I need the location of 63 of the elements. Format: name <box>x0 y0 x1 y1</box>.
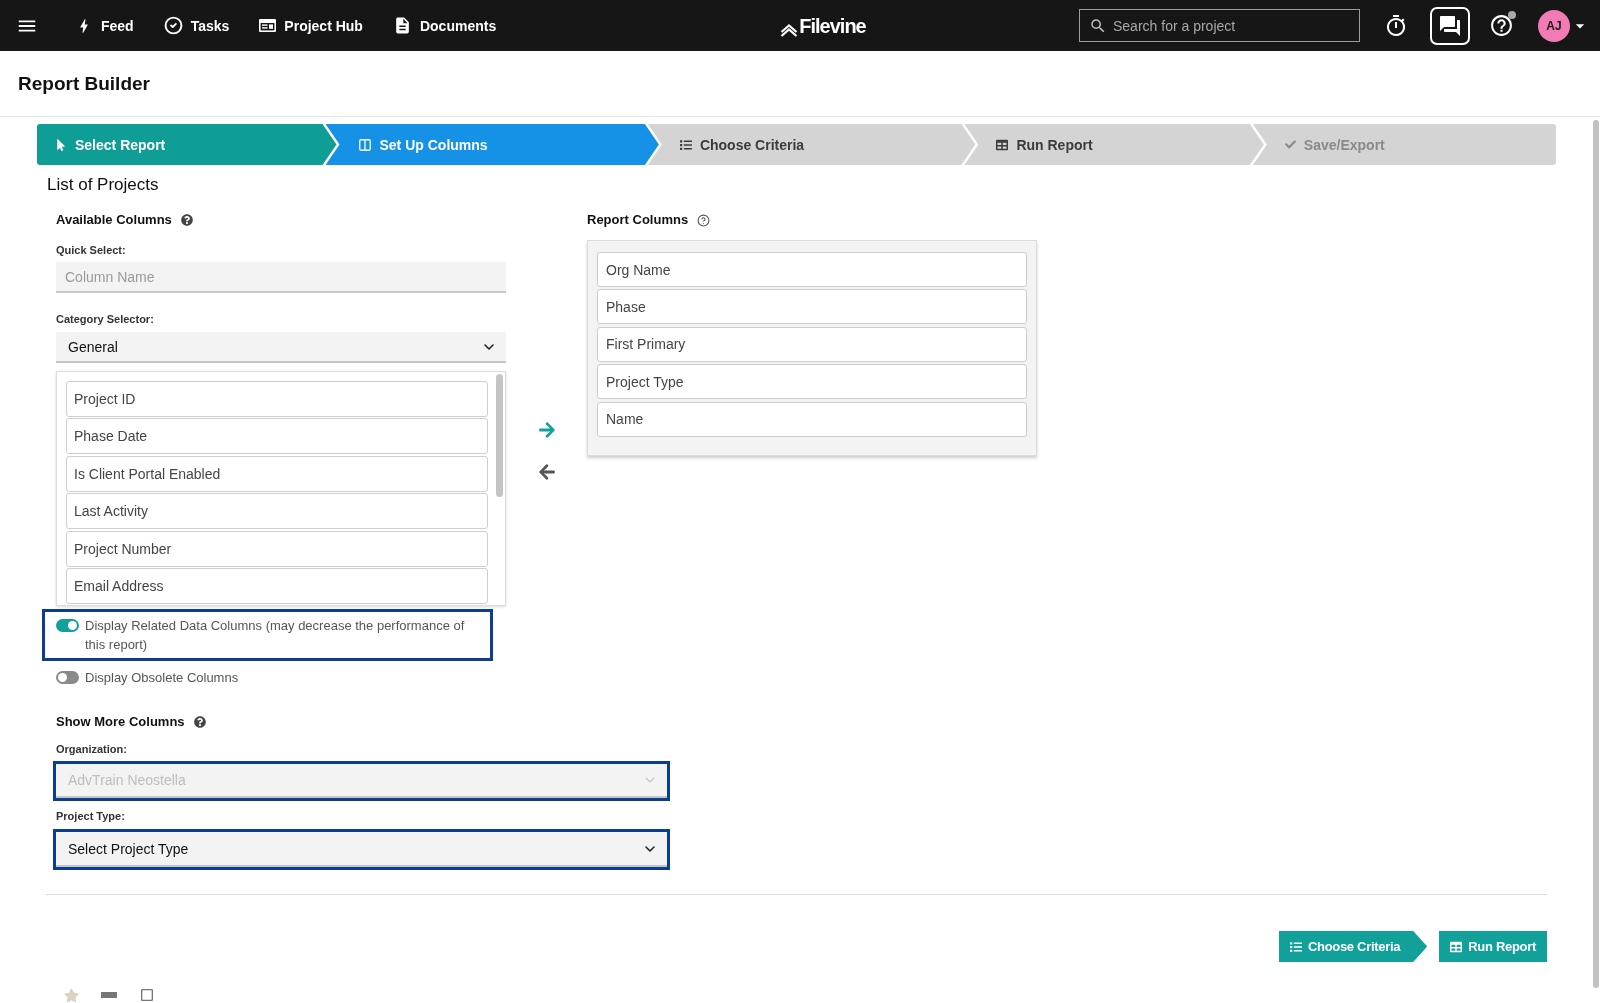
bar-icon <box>101 992 117 998</box>
check-icon <box>1284 139 1296 150</box>
wizard-step[interactable]: Run Report <box>964 124 1264 165</box>
checkbox-icon[interactable] <box>139 987 155 1003</box>
nav-link[interactable]: Feed <box>75 16 134 35</box>
category-select[interactable]: General <box>56 332 506 363</box>
arrow-left-icon[interactable] <box>537 463 556 481</box>
search-field[interactable]: Search for a project <box>1079 9 1360 42</box>
field-label: Organization: <box>56 743 128 756</box>
section-title: Report Columns <box>587 213 689 227</box>
list-icon <box>1289 940 1302 953</box>
section-title: Show More Columns <box>56 715 185 729</box>
logo-text: Filevine <box>799 14 866 37</box>
nav-link[interactable]: Tasks <box>163 16 230 35</box>
toggle-label: Display Obsolete Columns <box>85 669 239 687</box>
list-icon <box>679 138 692 151</box>
arrow-right-icon[interactable] <box>537 421 556 439</box>
column-option[interactable]: Project ID <box>66 381 488 417</box>
table-icon <box>996 138 1009 151</box>
help-icon[interactable] <box>180 214 193 226</box>
stopwatch-icon <box>1384 13 1408 38</box>
scrollbar[interactable] <box>1593 120 1599 988</box>
column-option[interactable]: Phase Date <box>66 418 488 455</box>
timer-button[interactable] <box>1384 13 1408 38</box>
quick-select-input[interactable]: Column Name <box>56 262 506 293</box>
logo-icon <box>780 23 799 37</box>
nav-link[interactable]: Project Hub <box>259 17 363 34</box>
help-icon[interactable] <box>193 716 206 728</box>
columns-icon <box>357 137 372 152</box>
check-circle-icon <box>163 16 183 35</box>
column-option[interactable]: Name <box>597 401 1027 437</box>
search-icon <box>1089 17 1107 35</box>
field-label: Quick Select: <box>56 244 127 257</box>
column-option[interactable]: Is Client Portal Enabled <box>66 455 488 492</box>
cursor-icon <box>55 138 67 151</box>
wizard-step[interactable]: Choose Criteria <box>647 124 976 165</box>
panel-icon <box>259 19 277 32</box>
section-title: Available Columns <box>56 213 172 227</box>
toggle-label: Display Related Data Columns (may decrease the performance of this report) <box>85 617 466 654</box>
column-option[interactable]: Org Name <box>597 252 1027 287</box>
dropdown-select[interactable]: Select Project Type <box>56 832 667 867</box>
column-option[interactable]: First Primary <box>597 326 1027 362</box>
table-icon <box>1450 940 1463 953</box>
nav-link[interactable]: Documents <box>392 16 497 35</box>
help-icon <box>1489 13 1514 38</box>
column-option[interactable]: Phase <box>597 289 1027 325</box>
user-avatar[interactable]: AJ <box>1538 9 1570 42</box>
column-option[interactable]: Project Type <box>597 364 1027 400</box>
help-icon[interactable] <box>697 213 711 227</box>
column-option[interactable]: Last Activity <box>66 493 488 530</box>
chat-button[interactable] <box>1430 6 1470 45</box>
chat-icon <box>1438 13 1462 38</box>
field-label: Category Selector: <box>56 313 155 326</box>
column-option[interactable]: Project Number <box>66 530 488 567</box>
star-icon[interactable] <box>64 987 79 1003</box>
toggle-switch[interactable] <box>56 619 79 632</box>
toggle-switch[interactable] <box>56 671 79 684</box>
report-name: List of Projects <box>47 175 160 195</box>
field-label: Project Type: <box>56 810 126 823</box>
column-option[interactable]: Email Address <box>66 567 488 604</box>
page-title: Report Builder <box>18 72 150 95</box>
help-button[interactable] <box>1489 13 1514 38</box>
scrollbar[interactable] <box>496 374 503 497</box>
